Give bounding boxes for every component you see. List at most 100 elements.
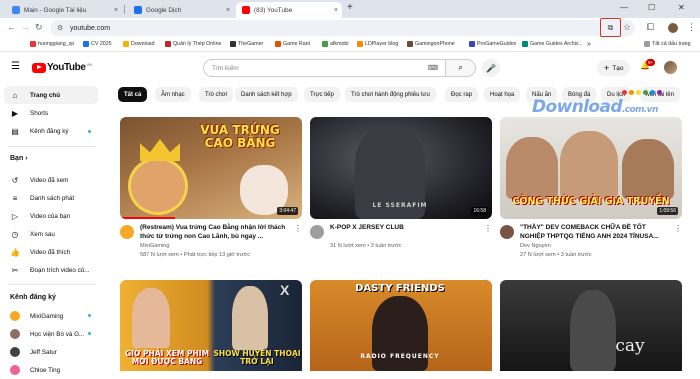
more-options-icon[interactable]: ⋮ [484, 224, 492, 233]
channel-avatar[interactable] [310, 225, 324, 239]
tab-title: Main - Google Tài liệu [24, 6, 87, 14]
you-section-header[interactable]: Bạn › [10, 155, 28, 162]
video-thumbnail[interactable]: DASTY FRIENDS RADIO FREQUENCY [310, 280, 492, 371]
chip-all[interactable]: Tất cả [118, 87, 148, 102]
history-icon: ↺ [11, 175, 19, 185]
bookmark-item[interactable]: Download [123, 41, 155, 47]
sidebar-item-your-videos[interactable]: ▷ Video của bạn [4, 207, 98, 225]
video-thumbnail[interactable]: CÔNG THỨC GIẢI GIA TRUYỀN 1:09:56 [500, 117, 682, 219]
youtube-play-icon [32, 62, 46, 73]
thumbnail-text: DASTY FRIENDS [355, 283, 445, 294]
sidebar-item-liked-videos[interactable]: 👍 Video đã thích [4, 243, 98, 261]
account-avatar[interactable] [664, 61, 677, 74]
tab-google-docs[interactable]: Main - Google Tài liệu × [6, 2, 122, 18]
chip[interactable]: Hoạt họa [484, 87, 521, 102]
playlist-icon: ≡ [12, 193, 18, 203]
more-options-icon[interactable]: ⋮ [294, 224, 302, 233]
tab-google-translate[interactable]: Google Dịch × [128, 2, 234, 18]
site-info-icon[interactable]: ⚙ [57, 24, 63, 32]
sidebar-item-subscriptions[interactable]: ▤ Kênh đăng ký [4, 122, 98, 140]
bookmark-star-icon[interactable]: ☆ [623, 22, 631, 33]
sidebar-item-watch-later[interactable]: ◷ Xem sau [4, 225, 98, 243]
tab-youtube[interactable]: (83) YouTube × [236, 2, 342, 18]
bookmark-item[interactable]: Game Guides Archiv... [522, 41, 583, 47]
more-options-icon[interactable]: ⋮ [674, 224, 682, 233]
profile-avatar[interactable] [668, 23, 678, 33]
chip[interactable]: Trò chơi hành động phiêu lưu [345, 87, 436, 102]
video-title[interactable]: (Restream) Vua trứng Cao Bằng nhận lời t… [140, 223, 292, 241]
video-thumbnail[interactable]: cay [500, 280, 682, 371]
chip[interactable]: Trò chơi [199, 87, 234, 102]
subscriptions-section-header: Kênh đăng ký [10, 294, 56, 301]
sidebar-item-playlists[interactable]: ≡ Danh sách phát [4, 189, 98, 207]
youtube-icon [242, 6, 250, 14]
maximize-icon[interactable]: ☐ [648, 3, 655, 12]
browser-tab-strip: Main - Google Tài liệu × Google Dịch × (… [0, 0, 700, 18]
new-tab-button[interactable]: + [347, 2, 353, 13]
install-app-icon[interactable]: ⧉ [600, 18, 621, 37]
channel-name[interactable]: MixiGaming [140, 243, 170, 249]
video-card[interactable]: cay [500, 280, 682, 371]
tab-close-icon[interactable]: × [226, 7, 230, 14]
sidebar-subscription[interactable]: Học viện Bò và G... [4, 325, 98, 343]
reload-icon[interactable]: ↻ [35, 22, 43, 33]
sidebar-subscription[interactable]: Jeff Satur [4, 343, 98, 361]
channel-name[interactable]: Dev Nguyen [520, 243, 551, 249]
bookmark-item[interactable]: TheGamer [230, 41, 263, 47]
video-thumbnail[interactable]: VUA TRỨNG CAO BẰNG 3:04:47 [120, 117, 302, 219]
video-card[interactable]: VUA TRỨNG CAO BẰNG 3:04:47 (Restream) Vu… [120, 117, 302, 267]
bookmark-item[interactable]: LDPlayer blog [357, 41, 398, 47]
sidebar-item-home[interactable]: ⌂ Trang chủ [4, 86, 98, 104]
tab-close-icon[interactable]: × [334, 7, 338, 14]
search-input[interactable]: Tìm kiếm ⌨ [203, 59, 446, 77]
all-bookmarks-folder[interactable]: Tất cả dấu trang [644, 41, 691, 47]
bookmark-item[interactable]: Game Rant [275, 41, 310, 47]
video-card[interactable]: CÔNG THỨC GIẢI GIA TRUYỀN 1:09:56 "THẦY"… [500, 117, 682, 267]
video-title[interactable]: "THẦY" DEV COMEBACK CHỮA ĐỀ TỐT NGHIỆP T… [520, 223, 672, 241]
bookmark-item[interactable]: ProGameGuides [469, 41, 516, 47]
chip[interactable]: Âm nhạc [155, 87, 191, 102]
forward-icon[interactable]: → [21, 22, 30, 32]
sidebar-subscription[interactable]: Chloe Ting [4, 361, 98, 379]
address-bar-row: ← → ↻ ⚙ youtube.com ⧉ ☆ ⧠ ⋮ [0, 18, 700, 38]
sidebar-item-shorts[interactable]: ▶ Shorts [4, 104, 98, 122]
menu-kebab-icon[interactable]: ⋮ [687, 22, 696, 33]
create-button[interactable]: + Tạo [597, 60, 631, 76]
video-card[interactable]: DASTY FRIENDS RADIO FREQUENCY [310, 280, 492, 371]
bookmark-item[interactable]: CV 2025 [83, 41, 112, 47]
bookmark-item[interactable]: huonggiang_sp [30, 41, 74, 47]
download-watermark: Download.com.vn [532, 97, 658, 117]
video-thumbnail[interactable]: X GIỜ PHẢI XEM PHIM MỚI ĐƯỢC BÁNG SHOW H… [120, 280, 302, 371]
sidebar-item-history[interactable]: ↺ Video đã xem [4, 171, 98, 189]
chip[interactable]: Đọc rap [445, 87, 479, 102]
bookmarks-overflow[interactable]: » [587, 41, 591, 48]
thumb-person [132, 288, 170, 348]
channel-avatar[interactable] [120, 225, 134, 239]
sidebar-item-clips[interactable]: ✂ Đoạn trích video củ... [4, 261, 98, 279]
sidebar-subscription[interactable]: MixiGaming [4, 307, 98, 325]
voice-search-button[interactable]: 🎤 [482, 59, 500, 77]
bookmark-item[interactable]: Quản lý Thép Online [165, 41, 222, 47]
channel-avatar[interactable] [500, 225, 514, 239]
video-title[interactable]: K-POP X JERSEY CLUB [330, 223, 482, 232]
thumb-person [570, 290, 616, 371]
youtube-logo[interactable]: YouTube VN [32, 62, 92, 73]
video-card[interactable]: X GIỜ PHẢI XEM PHIM MỚI ĐƯỢC BÁNG SHOW H… [120, 280, 302, 371]
chip[interactable]: Trực tiếp [304, 87, 340, 102]
keyboard-icon[interactable]: ⌨ [428, 64, 438, 72]
watermark-dots [622, 90, 662, 95]
close-window-icon[interactable]: ✕ [678, 3, 685, 12]
search-button[interactable]: ⌕ [446, 59, 476, 77]
video-thumbnail[interactable]: LE SSERAFIM 16:58 [310, 117, 492, 219]
extensions-icon[interactable]: ⧠ [647, 22, 654, 33]
tab-close-icon[interactable]: × [114, 7, 118, 14]
back-icon[interactable]: ← [7, 22, 16, 32]
bookmark-item[interactable]: GamingonPhone [407, 41, 455, 47]
chip[interactable]: Danh sách kết hợp [235, 87, 298, 102]
video-card[interactable]: LE SSERAFIM 16:58 K-POP X JERSEY CLUB 31… [310, 117, 492, 267]
bookmark-item[interactable]: afkmobi [322, 41, 349, 47]
logo-text: YouTube [47, 62, 86, 73]
hamburger-menu-icon[interactable]: ☰ [11, 61, 20, 72]
url-field[interactable]: ⚙ youtube.com [50, 20, 635, 36]
minimize-icon[interactable]: — [620, 3, 628, 12]
